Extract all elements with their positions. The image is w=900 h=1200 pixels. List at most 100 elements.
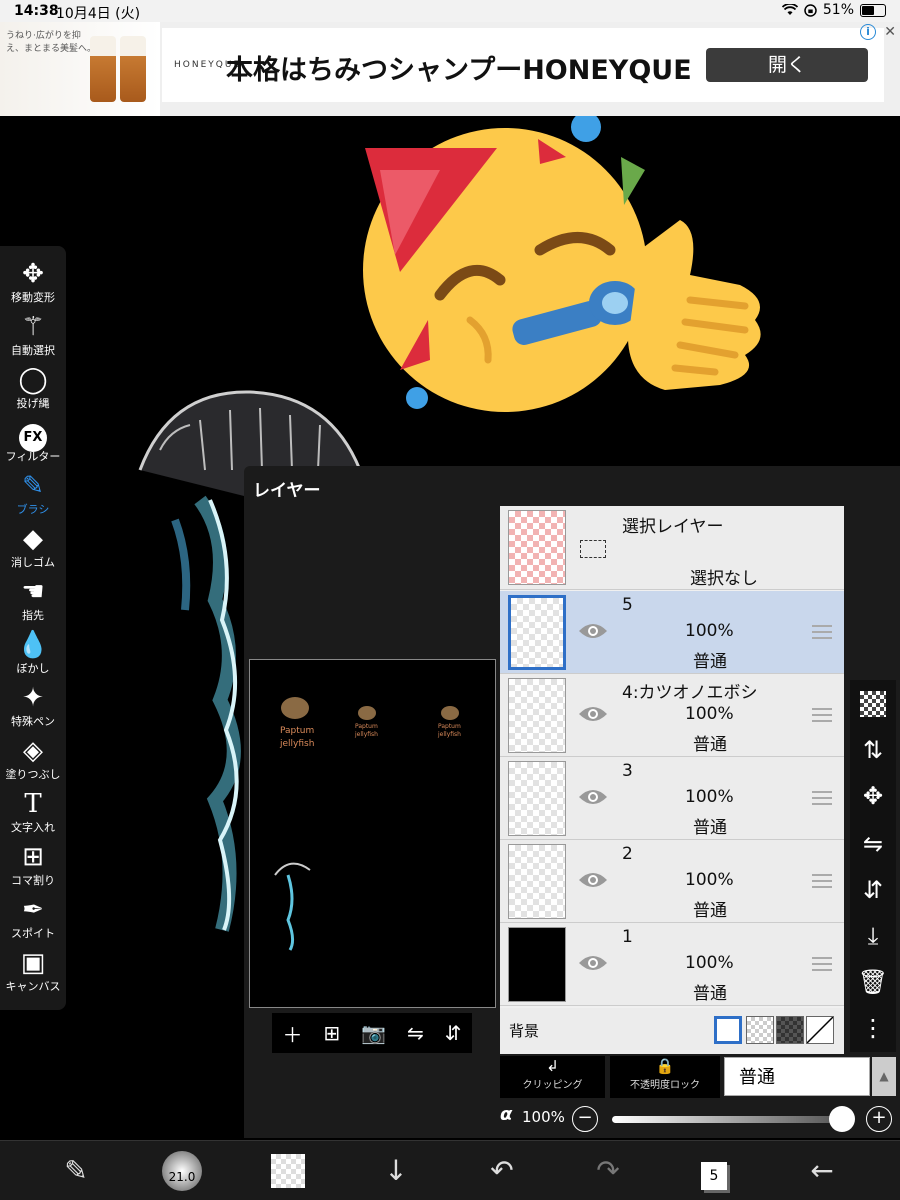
alpha-increase-button[interactable]: + [866, 1106, 892, 1132]
add-layer-copy-icon[interactable]: ⊞ [323, 1021, 340, 1045]
shampoo-bottle-icon [120, 36, 146, 102]
background-dark-swatch[interactable] [776, 1016, 804, 1044]
trash-icon[interactable]: 🗑 [850, 962, 896, 1002]
battery-icon [860, 3, 886, 17]
background-label: 背景 [509, 1022, 540, 1040]
layer-blend-mode: 普通 [693, 901, 727, 921]
alpha-symbol: α [500, 1104, 513, 1125]
layer-blend-mode: 普通 [693, 735, 727, 755]
layers-button[interactable]: 5 [692, 1151, 736, 1191]
tool-lasso[interactable]: ◯ 投げ縄 [0, 362, 66, 415]
background-none-swatch[interactable] [806, 1016, 834, 1044]
tool-label: 消しゴム [11, 556, 55, 569]
tool-canvas[interactable]: ▣ キャンバス [0, 945, 66, 998]
layer-panel: レイヤー Paptum jellyfish Paptum jellyfish P… [244, 466, 900, 1138]
color-swatch-button[interactable] [266, 1151, 310, 1191]
ad-card[interactable]: HONEYQUE 本格はちみつシャンプーHONEYQUE 開く [162, 28, 884, 102]
layer-name: 1 [622, 927, 633, 947]
tool-text[interactable]: T 文字入れ [0, 786, 66, 839]
drag-handle-icon[interactable] [812, 957, 832, 971]
tool-brush[interactable]: ✎ ブラシ [0, 468, 66, 521]
drag-handle-icon[interactable] [812, 625, 832, 639]
flip-horizontal-icon[interactable]: ⇋ [407, 1021, 424, 1045]
tool-label: 移動変形 [11, 291, 55, 304]
flip-layer-horizontal-icon[interactable]: ⇋ [850, 824, 896, 864]
move-layer-icon[interactable]: ✥ [850, 776, 896, 816]
tool-eraser[interactable]: ◆ 消しゴム [0, 521, 66, 574]
download-arrow-icon[interactable]: ↓ [374, 1151, 418, 1191]
status-right: 51% [781, 2, 886, 18]
drag-handle-icon[interactable] [812, 874, 832, 888]
alpha-lock-button[interactable]: 🔒 不透明度ロック [610, 1056, 720, 1098]
layer-row[interactable]: 1 100% 普通 [500, 923, 844, 1006]
alpha-decrease-button[interactable]: − [572, 1106, 598, 1132]
text-icon: T [24, 789, 42, 819]
layer-row[interactable]: 3 100% 普通 [500, 757, 844, 840]
magic-wand-icon: ⚚ [21, 312, 45, 342]
background-transparent-swatch[interactable] [746, 1016, 774, 1044]
redo-icon[interactable]: ↷ [586, 1151, 630, 1191]
tool-filter[interactable]: FX フィルター [0, 415, 66, 468]
drag-handle-icon[interactable] [812, 708, 832, 722]
eye-icon[interactable] [578, 870, 608, 890]
layer-panel-title: レイヤー [253, 481, 321, 501]
brush-size-button[interactable]: 21.0 [160, 1151, 204, 1191]
back-arrow-icon[interactable]: ← [800, 1151, 844, 1191]
ad-headline[interactable]: 本格はちみつシャンプーHONEYQUE [226, 48, 692, 87]
layer-opacity: 100% [685, 704, 734, 724]
wifi-icon [781, 4, 798, 15]
ad-info-icon[interactable]: i [860, 24, 876, 40]
preview-label: jellyfish [437, 731, 461, 738]
tool-label: 塗りつぶし [5, 768, 61, 781]
drag-handle-icon[interactable] [812, 791, 832, 805]
layer-swap-icon[interactable]: ⇅ [850, 730, 896, 770]
more-options-icon[interactable]: ⋮ [850, 1008, 896, 1048]
transparency-checker-icon[interactable] [850, 684, 896, 724]
flip-layer-vertical-icon[interactable]: ⇵ [850, 870, 896, 910]
ad-close-icon[interactable]: ✕ [884, 24, 896, 40]
eye-icon[interactable] [578, 787, 608, 807]
brush-eraser-toggle-icon[interactable]: ✎ [54, 1151, 98, 1191]
tool-fill[interactable]: ◈ 塗りつぶし [0, 733, 66, 786]
ad-open-button[interactable]: 開く [706, 48, 868, 82]
eye-icon[interactable] [578, 953, 608, 973]
eye-icon[interactable] [578, 621, 608, 641]
camera-icon[interactable]: 📷 [361, 1021, 386, 1045]
merge-down-icon[interactable]: ⤓ [850, 916, 896, 956]
tool-label: コマ割り [11, 874, 55, 887]
alpha-slider-knob[interactable] [829, 1106, 855, 1132]
special-pen-icon: ✦ [22, 683, 44, 713]
eraser-icon: ◆ [23, 524, 43, 554]
eye-icon[interactable] [578, 704, 608, 724]
tool-blur[interactable]: 💧 ぼかし [0, 627, 66, 680]
layer-name: 2 [622, 844, 633, 864]
blend-mode-arrow-icon[interactable]: ▲ [872, 1057, 896, 1096]
ad-banner[interactable]: うねり·広がりを抑え、まとまる美髪へ。 HONEYQUE 本格はちみつシャンプー… [0, 22, 900, 116]
layer-row[interactable]: 5 100% 普通 [500, 591, 844, 674]
background-white-swatch[interactable] [714, 1016, 742, 1044]
preview-label: jellyfish [279, 739, 314, 749]
layer-row[interactable]: 2 100% 普通 [500, 840, 844, 923]
flip-vertical-icon[interactable]: ⇵ [445, 1021, 462, 1045]
tool-finger[interactable]: ☚ 指先 [0, 574, 66, 627]
tool-frame-divide[interactable]: ⊞ コマ割り [0, 839, 66, 892]
add-layer-icon[interactable]: ＋ [282, 1019, 302, 1048]
selection-layer-row[interactable]: 選択レイヤー 選択なし [500, 506, 844, 590]
layer-row[interactable]: 4:カツオノエボシ 100% 普通 [500, 674, 844, 757]
tool-move-transform[interactable]: ✥ 移動変形 [0, 256, 66, 309]
undo-icon[interactable]: ↶ [480, 1151, 524, 1191]
tool-eyedropper[interactable]: ✒ スポイト [0, 892, 66, 945]
tool-special-pen[interactable]: ✦ 特殊ペン [0, 680, 66, 733]
preview-label: jellyfish [354, 731, 378, 738]
orientation-lock-icon [804, 3, 817, 17]
lock-icon: 🔒 [655, 1057, 675, 1075]
alpha-slider[interactable] [612, 1116, 842, 1123]
layer-blend-mode: 普通 [693, 652, 727, 672]
canvas-preview[interactable]: Paptum jellyfish Paptum jellyfish Paptum… [249, 659, 496, 1008]
ad-product-image[interactable]: うねり·広がりを抑え、まとまる美髪へ。 [0, 22, 160, 116]
clipping-button[interactable]: ↲ クリッピング [500, 1056, 605, 1098]
status-bar: 14:38 10月4日 (火) 51% [0, 0, 900, 22]
tool-auto-select[interactable]: ⚚ 自動選択 [0, 309, 66, 362]
blend-mode-select[interactable]: 普通 [724, 1057, 870, 1096]
selection-marquee-icon [580, 540, 606, 558]
